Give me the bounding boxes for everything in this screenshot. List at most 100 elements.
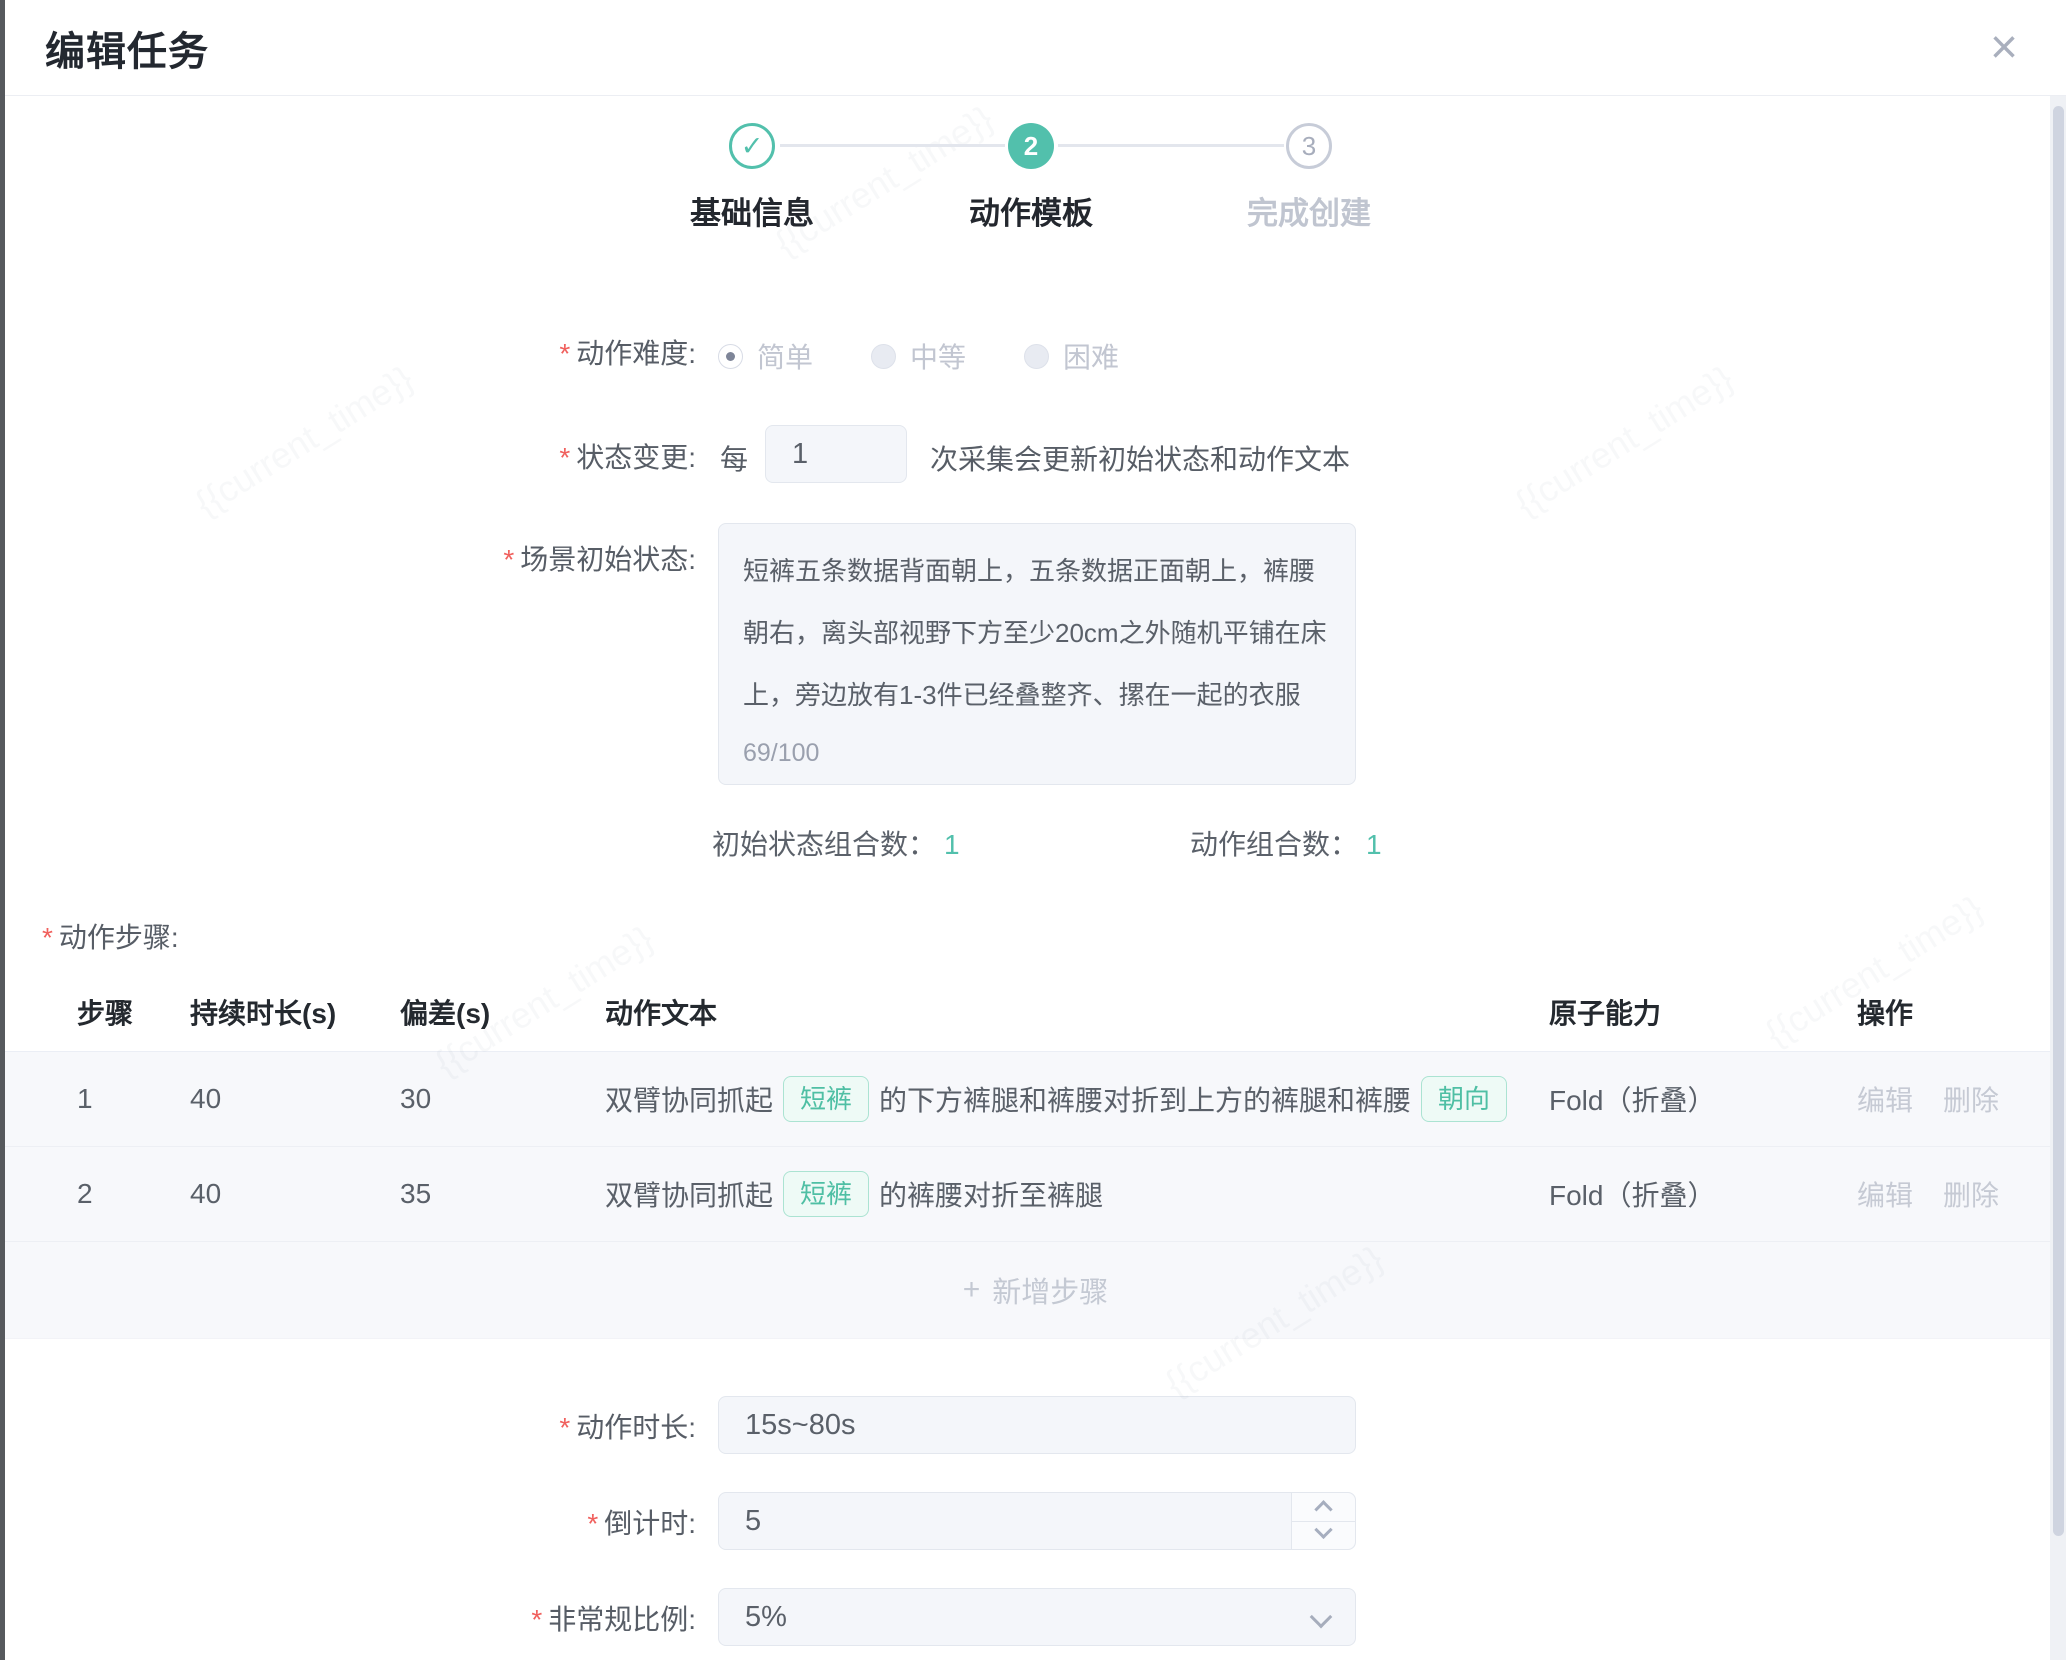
col-duration: 持续时长(s) (190, 992, 400, 1032)
object-tag: 短裤 (783, 1171, 869, 1217)
required-marker: * (531, 1604, 542, 1635)
select-value: 5% (745, 1601, 787, 1634)
object-tag: 短裤 (783, 1076, 869, 1122)
cell-operations: 编辑 删除 (1857, 1079, 2066, 1119)
check-icon: ✓ (741, 131, 764, 162)
cell-duration: 40 (190, 1083, 400, 1115)
unusual-ratio-label: *非常规比例: (0, 1600, 696, 1640)
radio-medium-label: 中等 (910, 336, 966, 376)
radio-easy-label: 简单 (757, 336, 813, 376)
edit-task-dialog: { "watermark": { "text": "{{current_time… (0, 0, 2066, 1660)
required-marker: * (587, 1508, 598, 1539)
state-change-label: *状态变更: (0, 438, 696, 478)
initial-state-textarea[interactable]: 短裤五条数据背面朝上，五条数据正面朝上，裤腰朝右，离头部视野下方至少20cm之外… (719, 524, 1355, 714)
unusual-ratio-select[interactable]: 5% (718, 1588, 1356, 1646)
cell-operations: 编辑 删除 (1857, 1174, 2066, 1214)
number-steppers (1291, 1493, 1355, 1549)
page-left-edge (0, 0, 5, 1660)
watermark-text: {{current_time}} (768, 97, 1001, 264)
orientation-tag: 朝向 (1421, 1076, 1507, 1122)
countdown-label: *倒计时: (0, 1504, 696, 1544)
radio-dot-icon (871, 344, 896, 369)
table-row: 1 40 30 双臂协同抓起 短裤 的下方裤腿和裤腰对折到上方的裤腿和裤腰 朝向… (5, 1052, 2066, 1147)
duration-input[interactable] (718, 1396, 1356, 1454)
col-deviation: 偏差(s) (400, 992, 605, 1032)
state-change-suffix: 次采集会更新初始状态和动作文本 (930, 438, 1350, 478)
edit-link[interactable]: 编辑 (1857, 1079, 1913, 1119)
action-text-segment: 的裤腰对折至裤腿 (879, 1174, 1103, 1214)
add-step-label: 新增步骤 (992, 1269, 1108, 1311)
chevron-up-icon (1314, 1500, 1332, 1518)
difficulty-label: *动作难度: (0, 334, 696, 374)
required-marker: * (559, 1412, 570, 1443)
watermark-text: {{current_time}} (1508, 357, 1741, 524)
plus-icon: + (963, 1273, 981, 1307)
cell-duration: 40 (190, 1178, 400, 1210)
cell-deviation: 30 (400, 1083, 605, 1115)
initial-combo-value: 1 (944, 829, 960, 860)
step-2-number: 2 (1024, 131, 1038, 162)
dialog-header: 编辑任务 × (5, 0, 2066, 96)
state-change-input[interactable] (765, 425, 907, 483)
radio-medium[interactable]: 中等 (871, 336, 966, 376)
stepper-line (780, 144, 1005, 147)
required-marker: * (559, 338, 570, 369)
action-steps-label: *动作步骤: (42, 916, 179, 956)
chevron-down-icon (1310, 1606, 1333, 1629)
chevron-down-icon (1314, 1520, 1332, 1538)
action-combo-label: 动作组合数： (1190, 829, 1358, 860)
action-combo-count: 动作组合数： 1 (1190, 823, 1382, 863)
radio-easy[interactable]: 简单 (718, 336, 813, 376)
countdown-field (718, 1492, 1356, 1550)
initial-state-field: 短裤五条数据背面朝上，五条数据正面朝上，裤腰朝右，离头部视野下方至少20cm之外… (718, 523, 1356, 785)
step-3-label: 完成创建 (1179, 188, 1439, 233)
action-text-segment: 双臂协同抓起 (605, 1079, 773, 1119)
step-1-circle: ✓ (729, 123, 775, 169)
cell-ability: Fold（折叠） (1549, 1079, 1857, 1119)
cell-step: 2 (77, 1178, 190, 1210)
delete-link[interactable]: 删除 (1943, 1079, 1999, 1119)
action-combo-value: 1 (1366, 829, 1382, 860)
col-ability: 原子能力 (1549, 992, 1857, 1032)
increment-button[interactable] (1292, 1493, 1355, 1522)
initial-combo-count: 初始状态组合数： 1 (712, 823, 960, 863)
initial-combo-label: 初始状态组合数： (712, 829, 936, 860)
table-header-row: 步骤 持续时长(s) 偏差(s) 动作文本 原子能力 操作 (5, 972, 2066, 1052)
cell-action-text: 双臂协同抓起 短裤 的下方裤腿和裤腰对折到上方的裤腿和裤腰 朝向 (605, 1076, 1549, 1122)
cell-action-text: 双臂协同抓起 短裤 的裤腰对折至裤腿 (605, 1171, 1549, 1217)
cell-deviation: 35 (400, 1178, 605, 1210)
stepper-line (1058, 144, 1284, 147)
radio-hard[interactable]: 困难 (1024, 336, 1119, 376)
step-2-circle: 2 (1008, 123, 1054, 169)
add-step-button[interactable]: + 新增步骤 (5, 1242, 2066, 1339)
col-action-text: 动作文本 (605, 992, 1549, 1032)
col-step: 步骤 (77, 992, 190, 1032)
edit-link[interactable]: 编辑 (1857, 1174, 1913, 1214)
step-3-number: 3 (1302, 131, 1316, 162)
col-operations: 操作 (1857, 992, 2066, 1032)
radio-dot-icon (1024, 344, 1049, 369)
dialog-title: 编辑任务 (45, 19, 209, 77)
step-3-circle: 3 (1286, 123, 1332, 169)
state-change-prefix: 每 (720, 438, 748, 478)
cell-step: 1 (77, 1083, 190, 1115)
cell-ability: Fold（折叠） (1549, 1174, 1857, 1214)
close-icon[interactable]: × (1990, 24, 2018, 72)
table-row: 2 40 35 双臂协同抓起 短裤 的裤腰对折至裤腿 Fold（折叠） 编辑 删… (5, 1147, 2066, 1242)
radio-hard-label: 困难 (1063, 336, 1119, 376)
action-text-segment: 双臂协同抓起 (605, 1174, 773, 1214)
countdown-input[interactable] (718, 1492, 1356, 1550)
action-steps-table: 步骤 持续时长(s) 偏差(s) 动作文本 原子能力 操作 1 40 30 双臂… (5, 972, 2066, 1339)
required-marker: * (503, 544, 514, 575)
step-1-label: 基础信息 (622, 188, 882, 233)
scrollbar[interactable] (2050, 96, 2066, 1660)
scrollbar-thumb[interactable] (2053, 106, 2064, 1536)
step-2-label: 动作模板 (901, 188, 1161, 233)
radio-dot-icon (718, 344, 743, 369)
delete-link[interactable]: 删除 (1943, 1174, 1999, 1214)
decrement-button[interactable] (1292, 1522, 1355, 1550)
char-counter: 69/100 (743, 739, 819, 768)
required-marker: * (42, 922, 53, 953)
required-marker: * (559, 442, 570, 473)
difficulty-radio-group: 简单 中等 困难 (718, 334, 1119, 378)
